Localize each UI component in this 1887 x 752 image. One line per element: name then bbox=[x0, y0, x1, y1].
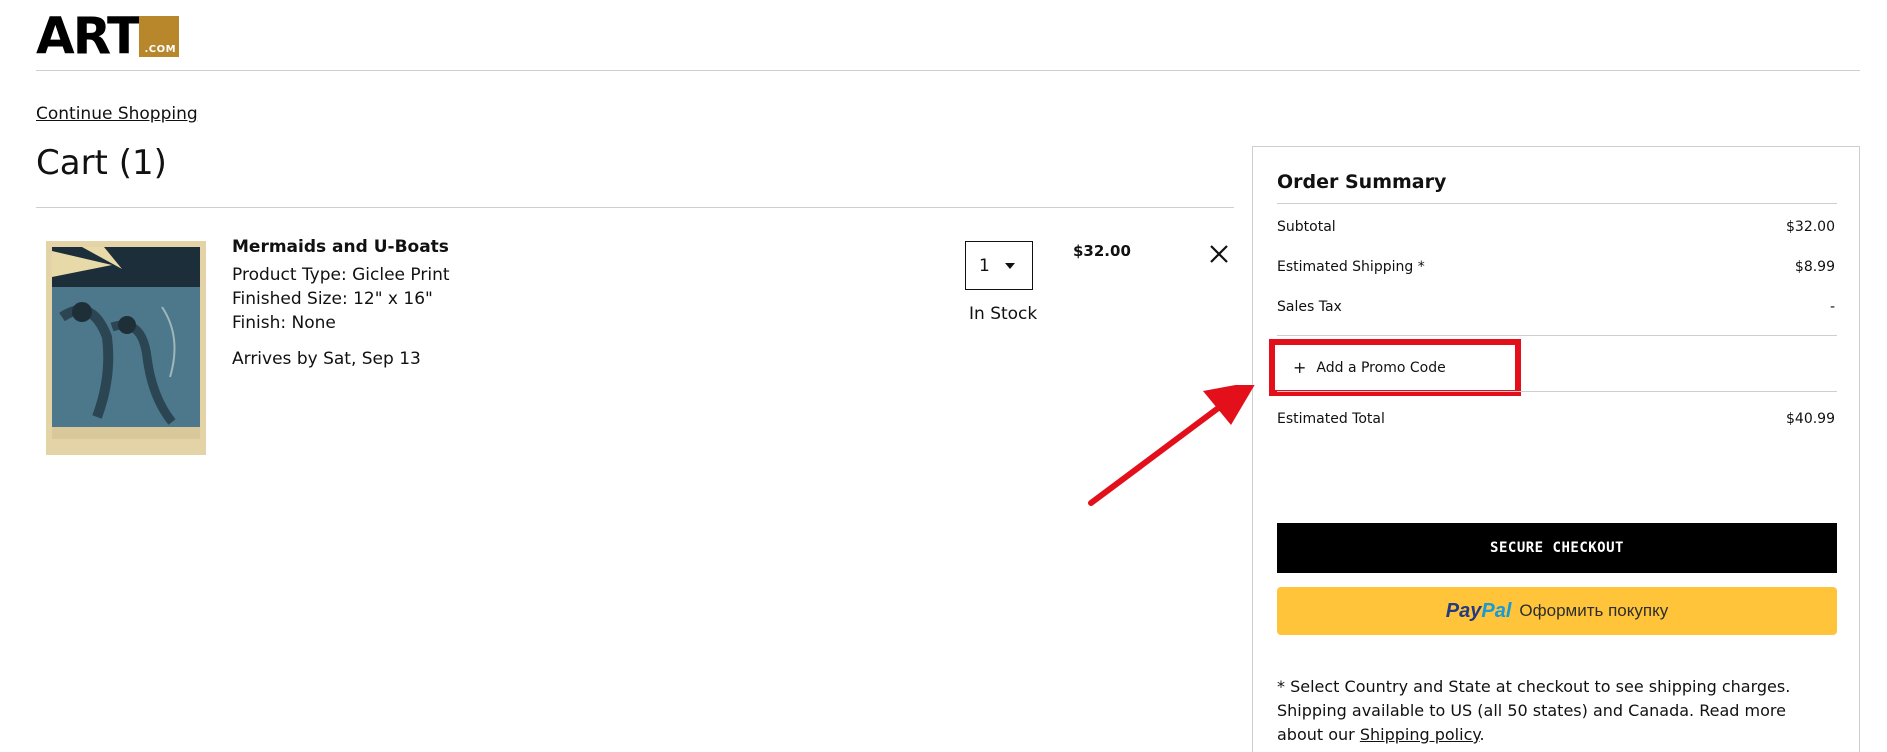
logo-word: ART bbox=[36, 6, 141, 66]
total-value: $40.99 bbox=[1786, 411, 1835, 427]
stock-status: In Stock bbox=[969, 304, 1038, 324]
product-size: Finished Size: 12" x 16" bbox=[232, 289, 433, 309]
close-icon[interactable] bbox=[1208, 243, 1230, 265]
plus-icon: + bbox=[1293, 357, 1307, 377]
paypal-logo: PayPal bbox=[1445, 599, 1512, 622]
shipping-note-text: * Select Country and State at checkout t… bbox=[1277, 677, 1791, 744]
product-thumbnail[interactable] bbox=[46, 241, 206, 455]
total-label: Estimated Total bbox=[1277, 411, 1385, 427]
shipping-note-end: . bbox=[1479, 725, 1485, 744]
shipping-label: Estimated Shipping * bbox=[1277, 259, 1425, 275]
summary-divider bbox=[1277, 335, 1837, 336]
tax-value: - bbox=[1829, 299, 1835, 315]
subtotal-label: Subtotal bbox=[1277, 219, 1336, 235]
add-promo-code-button[interactable]: + Add a Promo Code bbox=[1269, 339, 1521, 396]
quantity-select[interactable]: 1 bbox=[965, 241, 1033, 290]
shipping-value: $8.99 bbox=[1794, 259, 1835, 275]
paypal-checkout-button[interactable]: PayPal Оформить покупку bbox=[1277, 587, 1837, 635]
product-artwork bbox=[52, 247, 200, 439]
item-price: $32.00 bbox=[1073, 242, 1131, 260]
quantity-value: 1 bbox=[979, 255, 990, 276]
order-summary-title: Order Summary bbox=[1277, 171, 1447, 193]
summary-divider bbox=[1277, 391, 1837, 392]
shipping-policy-link[interactable]: Shipping policy bbox=[1360, 725, 1480, 744]
logo-suffix: .COM bbox=[144, 44, 177, 55]
site-logo[interactable]: ART .COM bbox=[36, 6, 180, 66]
annotation-arrow-icon bbox=[1088, 385, 1255, 506]
arrival-date: Arrives by Sat, Sep 13 bbox=[232, 349, 421, 369]
shipping-note: * Select Country and State at checkout t… bbox=[1277, 675, 1837, 747]
cart-title: Cart (1) bbox=[36, 143, 167, 183]
product-finish: Finish: None bbox=[232, 313, 336, 333]
subtotal-value: $32.00 bbox=[1786, 219, 1835, 235]
product-type: Product Type: Giclee Print bbox=[232, 265, 450, 285]
chevron-down-icon bbox=[1005, 263, 1015, 269]
promo-label: Add a Promo Code bbox=[1316, 359, 1446, 376]
tax-label: Sales Tax bbox=[1277, 299, 1342, 315]
cart-page: ART .COM Continue Shopping Cart (1) Merm… bbox=[0, 0, 1887, 752]
cart-divider bbox=[36, 207, 1234, 208]
paypal-label: Оформить покупку bbox=[1519, 601, 1669, 620]
header-divider bbox=[36, 70, 1860, 71]
summary-divider bbox=[1277, 203, 1837, 204]
secure-checkout-button[interactable]: SECURE CHECKOUT bbox=[1277, 523, 1837, 573]
continue-shopping-link[interactable]: Continue Shopping bbox=[36, 104, 198, 124]
product-name[interactable]: Mermaids and U-Boats bbox=[232, 237, 449, 257]
order-summary: Order Summary Subtotal $32.00 Estimated … bbox=[1252, 146, 1860, 752]
logo-box: .COM bbox=[139, 16, 180, 57]
artwork-illustration bbox=[52, 247, 200, 439]
